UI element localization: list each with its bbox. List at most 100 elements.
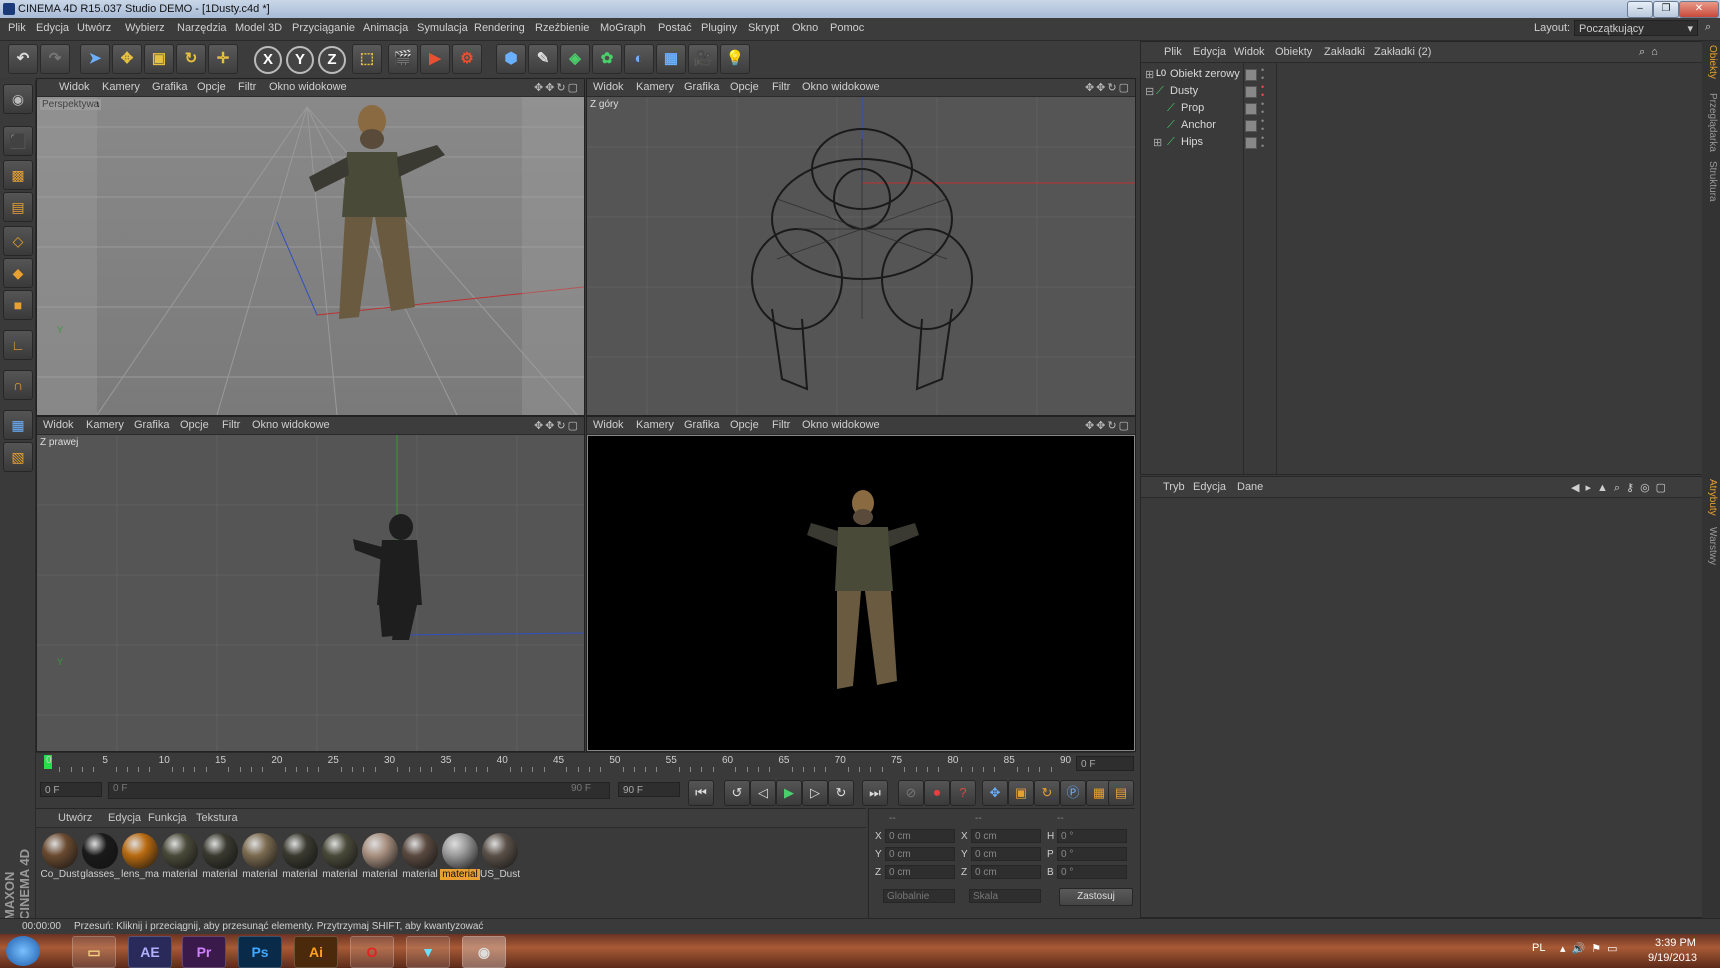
coord-mode-dropdown[interactable]: Skala [969,889,1041,903]
menu-model3d[interactable]: Model 3D [235,22,282,34]
live-move-icon[interactable]: ✛ [208,44,238,74]
viewport-menu-opcje[interactable]: Opcje [730,419,759,431]
workplane-mode-icon[interactable]: ▤ [3,192,33,222]
material-swatch[interactable]: material [360,831,400,880]
menu-narzedzia[interactable]: Narzędzia [177,22,227,34]
end-frame-field[interactable]: 90 F [618,782,680,797]
render-picture-viewer-icon[interactable]: ▶ [420,44,450,74]
motion-record-icon[interactable]: ⊘ [898,780,924,806]
move-icon[interactable]: ✥ [112,44,142,74]
redo-icon[interactable]: ↷ [40,44,70,74]
viewport-menu-kamery[interactable]: Kamery [636,419,674,431]
camera-icon[interactable]: 🎥 [688,44,718,74]
viewport-menu-okno[interactable]: Okno widokowe [269,81,347,93]
tab-obiekty[interactable]: Obiekty [1704,45,1718,79]
visibility-dots-icon[interactable]: • • [1261,83,1264,100]
visibility-dots-icon[interactable]: • • [1261,66,1264,83]
axis-mode-icon[interactable]: ∟ [3,330,33,360]
size-z-field[interactable]: 0 cm [971,865,1041,879]
make-editable-icon[interactable]: ◉ [3,84,33,114]
pos-x-field[interactable]: 0 cm [885,829,955,843]
viewport-menu-grafika[interactable]: Grafika [684,419,719,431]
menu-utworz[interactable]: Utwórz [77,22,111,34]
mm-menu-edycja[interactable]: Edycja [108,812,141,824]
tab-atrybuty[interactable]: Atrybuty [1704,479,1718,516]
viewport-menu-kamery[interactable]: Kamery [102,81,140,93]
object-row[interactable]: ⟋ Prop • • [1141,100,1701,117]
om-menu-obiekty[interactable]: Obiekty [1275,46,1312,58]
viewport-menu-opcje[interactable]: Opcje [180,419,209,431]
viewport-menu-widok[interactable]: Widok [59,81,90,93]
tray-icons[interactable]: ▴🔊⚑▭ [1560,942,1623,955]
menu-postac[interactable]: Postać [658,22,692,34]
material-swatch[interactable]: US_Dust [480,831,520,880]
am-menu-edycja[interactable]: Edycja [1193,481,1226,493]
menu-mograph[interactable]: MoGraph [600,22,646,34]
tab-warstwy[interactable]: Warstwy [1704,527,1718,565]
viewport-menu-okno[interactable]: Okno widokowe [802,419,880,431]
locked-workplane-icon[interactable]: ▧ [3,442,33,472]
layout-dropdown[interactable]: Początkujący ▾ [1574,20,1698,36]
key-parameter-icon[interactable]: Ⓟ [1060,780,1086,806]
menu-przyciaganie[interactable]: Przyciąganie [292,22,355,34]
mm-menu-funkcja[interactable]: Funkcja [148,812,187,824]
material-swatch[interactable]: material [160,831,200,880]
next-frame-icon[interactable]: ▷ [802,780,828,806]
autokey-icon[interactable]: ? [950,780,976,806]
coord-system-dropdown[interactable]: Globalnie [883,889,955,903]
vpn-shield-icon[interactable]: ▼ [406,936,450,968]
record-icon[interactable]: ⏺ [924,780,950,806]
previous-key-icon[interactable]: ↺ [724,780,750,806]
language-indicator[interactable]: PL [1532,942,1545,954]
expander-icon[interactable]: ⊞ [1153,136,1162,149]
om-menu-plik[interactable]: Plik [1164,46,1182,58]
apply-button[interactable]: Zastosuj [1059,888,1133,906]
viewport-menu-opcje[interactable]: Opcje [730,81,759,93]
menu-edycja[interactable]: Edycja [36,22,69,34]
undo-icon[interactable]: ↶ [8,44,38,74]
viewport-menu-filtr[interactable]: Filtr [222,419,240,431]
viewport-menu-widok[interactable]: Widok [593,419,624,431]
previous-frame-icon[interactable]: ◁ [750,780,776,806]
material-swatch[interactable]: material [240,831,280,880]
viewport-top[interactable]: Widok Kamery Grafika Opcje Filtr Okno wi… [586,78,1136,416]
close-button[interactable]: ✕ [1679,1,1719,18]
next-key-icon[interactable]: ↻ [828,780,854,806]
am-navigation-icons[interactable]: ◀▸▲⌕⚷◎▢ [1571,481,1672,495]
object-row[interactable]: ⟋ Anchor • • [1141,117,1701,134]
deformer-icon[interactable]: ◐ [624,44,654,74]
om-menu-widok[interactable]: Widok [1234,46,1265,58]
size-y-field[interactable]: 0 cm [971,847,1041,861]
key-scale-icon[interactable]: ▣ [1008,780,1034,806]
viewport-menu-kamery[interactable]: Kamery [636,81,674,93]
menu-plik[interactable]: Plik [8,22,26,34]
viewport-right[interactable]: Widok Kamery Grafika Opcje Filtr Okno wi… [36,416,585,752]
object-row[interactable]: ⊞ L0 Obiekt zerowy • • [1141,66,1701,83]
viewport-navigation-icon[interactable]: ✥✥↻▢ [534,419,580,432]
y-axis-icon[interactable]: Y [286,46,314,74]
subdivision-icon[interactable]: ◈ [560,44,590,74]
visibility-dots-icon[interactable]: • • [1261,117,1264,134]
menu-pomoc[interactable]: Pomoc [830,22,864,34]
texture-mode-icon[interactable]: ▩ [3,160,33,190]
cinema4d-taskbar-icon[interactable]: ◉ [462,936,506,968]
viewport-menu-kamery[interactable]: Kamery [86,419,124,431]
material-swatch[interactable]: material [400,831,440,880]
menu-rendering[interactable]: Rendering [474,22,525,34]
key-rotation-icon[interactable]: ↻ [1034,780,1060,806]
menu-rzezbienie[interactable]: Rzeźbienie [535,22,589,34]
mm-menu-tekstura[interactable]: Tekstura [196,812,238,824]
material-swatch[interactable]: material [280,831,320,880]
om-menu-edycja[interactable]: Edycja [1193,46,1226,58]
rotate-icon[interactable]: ↻ [176,44,206,74]
spline-pen-icon[interactable]: ✎ [528,44,558,74]
menu-animacja[interactable]: Animacja [363,22,408,34]
maximize-button[interactable]: ❐ [1653,1,1679,18]
viewport-navigation-icon[interactable]: ✥✥↻▢ [534,81,580,94]
viewport-menu-grafika[interactable]: Grafika [134,419,169,431]
render-settings-icon[interactable]: ⚙ [452,44,482,74]
material-swatch[interactable]: material [200,831,240,880]
key-position-icon[interactable]: ✥ [982,780,1008,806]
rot-b-field[interactable]: 0 ° [1057,865,1127,879]
pos-y-field[interactable]: 0 cm [885,847,955,861]
